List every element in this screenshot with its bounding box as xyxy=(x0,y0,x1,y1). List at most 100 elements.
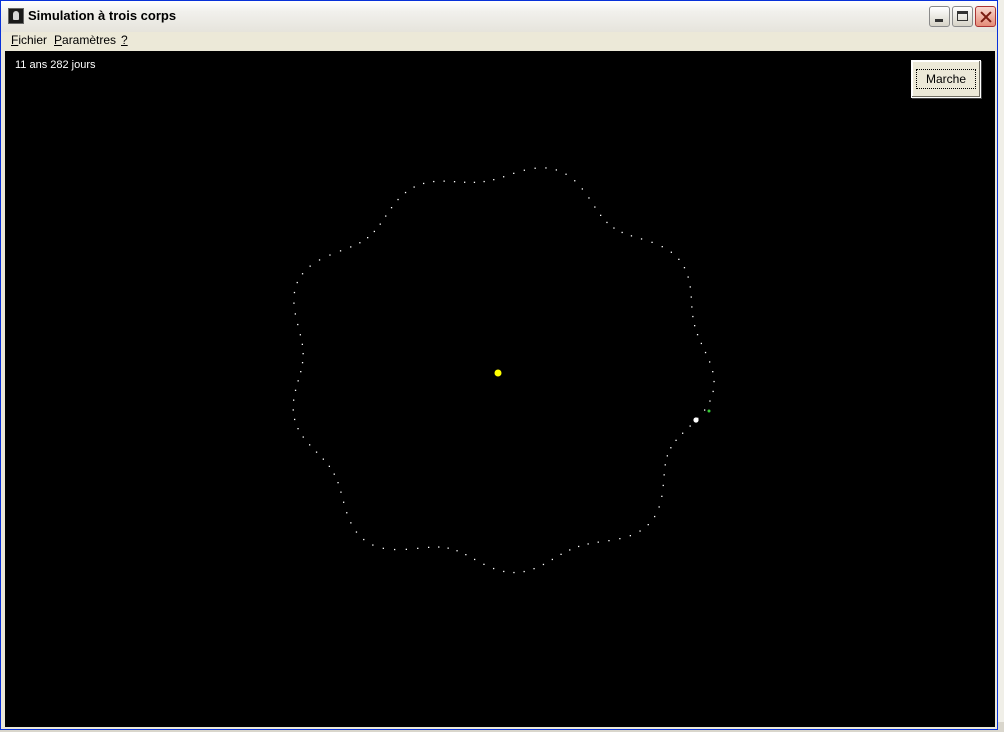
title-bar[interactable]: Simulation à trois corps xyxy=(1,1,997,33)
trail-dot xyxy=(443,180,445,182)
trail-dot xyxy=(687,276,689,278)
trail-dot xyxy=(301,343,303,345)
trail-dot xyxy=(694,325,696,327)
trail-dot xyxy=(523,169,525,171)
trail-dot xyxy=(594,206,596,208)
trail-dot xyxy=(555,169,557,171)
trail-dot xyxy=(709,400,711,402)
trail-dot xyxy=(447,547,449,549)
trail-dot xyxy=(696,334,699,336)
trail-dot xyxy=(661,495,663,497)
trail-dot xyxy=(689,425,691,427)
trail-dot xyxy=(551,558,553,561)
trail-dot xyxy=(292,409,294,411)
trail-dot xyxy=(350,246,352,248)
window-title: Simulation à trois corps xyxy=(28,8,177,23)
minimize-button[interactable] xyxy=(929,6,950,27)
trail-dot xyxy=(700,342,702,345)
trail-dot xyxy=(545,167,547,169)
trail-dot xyxy=(423,182,425,185)
trail-dot xyxy=(692,315,694,318)
menu-parametres-rest: aramètres xyxy=(62,33,117,47)
trail-dot xyxy=(315,451,318,453)
trail-dot xyxy=(302,353,304,355)
trail-dot xyxy=(428,546,430,548)
trail-dot xyxy=(474,558,476,561)
trail-dot xyxy=(328,465,330,467)
trail-dot xyxy=(662,484,664,487)
trail-dot xyxy=(689,286,691,288)
trail-dot xyxy=(379,223,381,225)
trail-dot xyxy=(670,251,672,253)
trail-dot xyxy=(473,181,476,183)
trail-dot xyxy=(513,571,515,574)
trail-dot xyxy=(405,548,407,550)
app-window: Simulation à trois corps Fichier Paramèt… xyxy=(0,0,998,730)
trail-dot xyxy=(339,250,342,252)
trail-dot xyxy=(355,531,358,533)
trail-dot xyxy=(346,512,348,514)
trail-dot xyxy=(373,230,375,233)
trail-dot xyxy=(385,215,387,217)
trail-dot xyxy=(709,361,711,363)
trail-dot xyxy=(413,186,415,188)
menu-parametres-accel: P xyxy=(54,33,63,47)
trail-dot xyxy=(569,549,571,551)
trail-dot xyxy=(670,447,672,449)
trail-dot xyxy=(297,428,299,430)
maximize-button[interactable] xyxy=(952,6,973,27)
trail-dot xyxy=(534,167,536,169)
trail-dot xyxy=(296,281,298,284)
trail-dot xyxy=(640,238,643,240)
simulation-canvas: 11 ans 282 jours Marche xyxy=(5,51,995,727)
trail-dot xyxy=(704,351,707,354)
trail-dot xyxy=(581,188,583,190)
trail-dot xyxy=(704,409,706,411)
trail-dot xyxy=(629,535,631,537)
trail-dot xyxy=(404,191,407,194)
trail-dot xyxy=(294,389,297,391)
trail-dot xyxy=(302,436,304,438)
close-button[interactable] xyxy=(975,6,996,27)
trail-dot xyxy=(297,323,299,326)
menu-help[interactable]: ? xyxy=(121,33,128,47)
menu-parametres[interactable]: Paramètres xyxy=(54,33,116,47)
trail-dot xyxy=(578,545,580,548)
trail-dot xyxy=(464,181,466,183)
moon-body xyxy=(707,409,711,413)
trail-dot xyxy=(654,515,656,518)
app-icon[interactable] xyxy=(8,8,24,24)
trail-dot xyxy=(329,254,331,256)
trail-dot xyxy=(433,180,435,183)
trail-dot xyxy=(587,543,589,545)
trail-dot xyxy=(658,506,660,508)
trail-dot xyxy=(343,501,345,503)
trail-dot xyxy=(574,180,576,182)
trail-dot xyxy=(621,231,623,234)
trail-dot xyxy=(713,380,715,383)
trail-dot xyxy=(340,491,342,493)
trail-dot xyxy=(639,530,641,532)
trail-dot xyxy=(651,241,653,243)
orbit-plot xyxy=(292,167,715,574)
trail-dot xyxy=(661,246,663,248)
trail-dot xyxy=(608,540,610,542)
trail-dot xyxy=(438,546,440,548)
trail-dot xyxy=(683,267,686,269)
trail-dot xyxy=(712,390,714,393)
trail-dot xyxy=(299,334,301,336)
sun-body xyxy=(494,369,502,377)
trail-dot xyxy=(301,362,304,364)
trail-dot xyxy=(293,302,295,304)
trail-dot xyxy=(309,265,311,267)
menu-fichier[interactable]: Fichier xyxy=(11,33,47,47)
trail-dot xyxy=(417,547,419,549)
trail-dot xyxy=(678,258,680,260)
trail-dot xyxy=(293,291,296,294)
trail-dot xyxy=(712,371,714,373)
trail-dot xyxy=(691,306,693,308)
trail-dot xyxy=(503,176,505,178)
trail-dot xyxy=(453,181,456,183)
trail-dot xyxy=(293,399,295,401)
trail-dot xyxy=(309,444,311,446)
